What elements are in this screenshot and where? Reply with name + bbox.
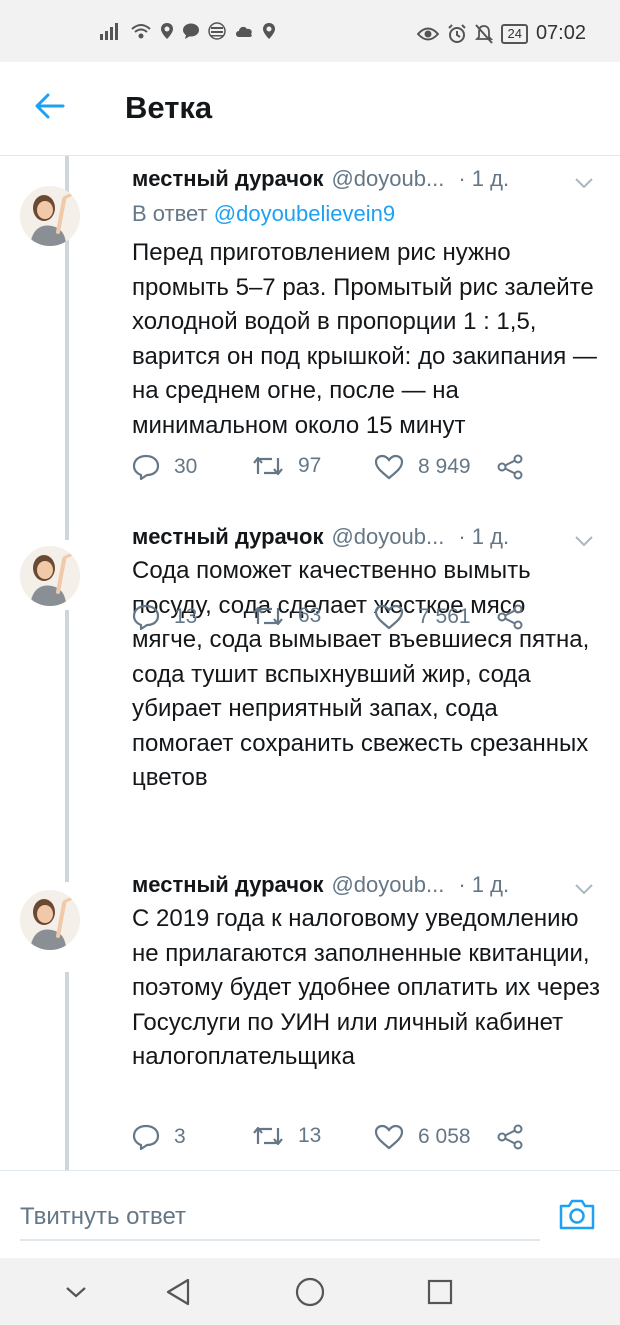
alarm-icon — [448, 23, 467, 43]
reply-count: 30 — [174, 455, 198, 478]
equal-icon — [208, 22, 226, 40]
retweet-icon — [253, 1126, 283, 1146]
reply-to-label: В ответ — [132, 201, 208, 226]
battery-icon: 24 — [501, 23, 528, 44]
retweet-count: 63 — [298, 604, 322, 627]
tweet-time: · 1 д. — [458, 166, 510, 191]
tweet[interactable]: местный дурачок @doyoub... · 1 д. С 2019… — [0, 866, 620, 1170]
like-button[interactable]: 7 561 — [374, 604, 471, 630]
retweet-button[interactable]: 97 — [252, 454, 321, 478]
heart-icon — [374, 604, 404, 630]
chevron-down-icon[interactable] — [574, 528, 594, 554]
thread-line — [65, 866, 69, 882]
share-icon — [497, 1124, 523, 1150]
reply-icon — [132, 604, 160, 630]
location-icon — [263, 23, 275, 39]
camera-icon — [559, 1199, 595, 1230]
heart-icon — [374, 454, 404, 480]
like-button[interactable]: 6 058 — [374, 1124, 471, 1150]
nav-home-button[interactable] — [290, 1274, 330, 1310]
like-count: 8 949 — [418, 455, 471, 478]
reply-count: 13 — [174, 605, 198, 628]
share-icon — [497, 454, 523, 480]
tweet-header: местный дурачок @doyoub... · 1 д. — [132, 872, 600, 898]
reply-button[interactable]: 30 — [132, 454, 197, 480]
tweet-time: · 1 д. — [458, 524, 510, 549]
avatar[interactable] — [20, 890, 80, 950]
reply-button[interactable]: 3 — [132, 1124, 186, 1150]
author-handle[interactable]: @doyoub... — [331, 524, 444, 550]
system-nav-bar — [0, 1258, 620, 1325]
author-handle[interactable]: @doyoub... — [331, 872, 444, 898]
circle-home-icon — [295, 1277, 325, 1307]
back-arrow-icon — [35, 93, 65, 119]
hide-keyboard-button[interactable] — [56, 1274, 96, 1310]
author-name[interactable]: местный дурачок — [132, 524, 323, 550]
author-handle[interactable]: @doyoub... — [331, 166, 444, 192]
tweet[interactable]: местный дурачок @doyoub... · 1 д. В отве… — [0, 156, 620, 516]
avatar[interactable] — [20, 546, 80, 606]
reply-icon — [132, 454, 160, 480]
tweet-text: Перед приготовлением рис нужно промыть 5… — [132, 239, 597, 439]
compose-bar: Твитнуть ответ — [0, 1170, 620, 1258]
chevron-down-icon — [66, 1287, 86, 1298]
tweet-header: местный дурачок @doyoub... · 1 д. — [132, 524, 600, 550]
heart-icon — [374, 1124, 404, 1150]
chevron-down-icon[interactable] — [574, 170, 594, 196]
nav-back-button[interactable] — [158, 1274, 198, 1310]
thread-line — [65, 516, 69, 540]
cloud-icon — [236, 26, 252, 37]
tweet-actions: 30 97 8 949 — [132, 454, 532, 484]
status-icons-right: 24 07:02 — [417, 22, 586, 45]
like-count: 6 058 — [418, 1125, 471, 1148]
retweet-icon — [253, 456, 283, 476]
tweet-actions: 3 13 6 058 — [132, 1124, 532, 1154]
share-icon — [497, 604, 523, 630]
author-name[interactable]: местный дурачок — [132, 166, 323, 192]
wifi-icon — [131, 24, 151, 39]
status-icons-left — [100, 22, 276, 40]
status-time: 07:02 — [535, 22, 586, 44]
like-count: 7 561 — [418, 605, 471, 628]
reply-button[interactable]: 13 — [132, 604, 197, 630]
eye-icon — [417, 27, 440, 40]
tweet-actions: 13 63 7 561 — [132, 604, 532, 634]
share-button[interactable] — [496, 604, 524, 630]
tweet-time: · 1 д. — [458, 872, 510, 897]
retweet-count: 13 — [298, 1124, 322, 1147]
share-button[interactable] — [496, 1124, 524, 1150]
thread-line — [65, 610, 69, 866]
avatar[interactable] — [20, 186, 80, 246]
status-bar: 24 07:02 — [0, 0, 620, 62]
camera-button[interactable] — [558, 1197, 596, 1236]
author-name[interactable]: местный дурачок — [132, 872, 323, 898]
page-title: Ветка — [125, 90, 213, 125]
header: Ветка — [0, 62, 620, 156]
back-button[interactable] — [28, 84, 72, 128]
tweet-text: Сода поможет качественно вымыть посуду, … — [132, 557, 590, 791]
triangle-back-icon — [166, 1278, 190, 1306]
chevron-down-icon[interactable] — [574, 876, 594, 902]
like-button[interactable]: 8 949 — [374, 454, 471, 480]
retweet-button[interactable]: 13 — [252, 1124, 321, 1148]
reply-to: В ответ @doyoubelievein9 — [132, 201, 395, 227]
tweet-header: местный дурачок @doyoub... · 1 д. — [132, 166, 600, 192]
nav-recents-button[interactable] — [420, 1274, 460, 1310]
thread-line — [65, 972, 69, 1170]
retweet-count: 97 — [298, 454, 322, 477]
square-recents-icon — [427, 1279, 453, 1305]
retweet-icon — [253, 606, 283, 626]
reply-count: 3 — [174, 1125, 186, 1148]
reply-input[interactable]: Твитнуть ответ — [20, 1191, 540, 1241]
chat-icon — [183, 23, 199, 39]
tweet[interactable]: местный дурачок @doyoub... · 1 д. Сода п… — [0, 516, 620, 866]
reply-to-handle[interactable]: @doyoubelievein9 — [214, 201, 395, 226]
share-button[interactable] — [496, 454, 524, 480]
tweet-text: С 2019 года к налоговому уведомлению не … — [132, 905, 600, 1070]
reply-icon — [132, 1124, 160, 1150]
retweet-button[interactable]: 63 — [252, 604, 321, 628]
signal-icon — [100, 23, 118, 40]
location-icon — [161, 23, 173, 39]
mute-bell-icon — [475, 23, 494, 44]
